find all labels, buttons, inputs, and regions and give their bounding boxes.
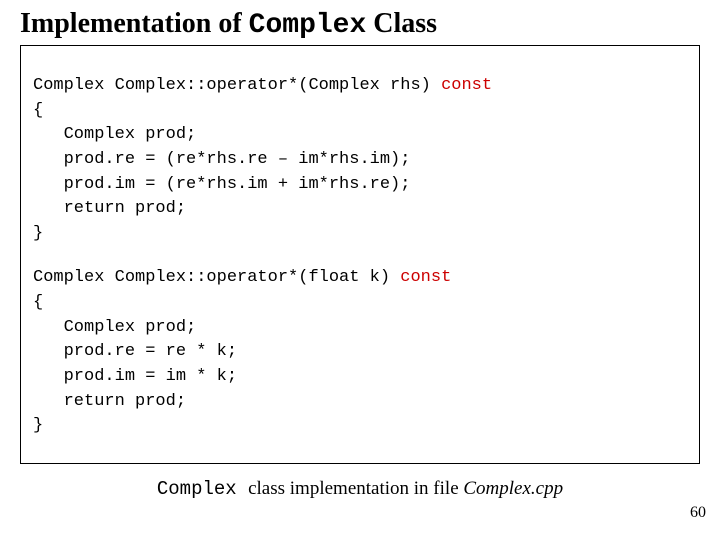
keyword-const: const — [441, 76, 492, 95]
code-line: Complex prod; — [33, 318, 196, 337]
code-line: prod.re = re * k; — [33, 342, 237, 361]
code-line: Complex prod; — [33, 125, 196, 144]
code-line: prod.re = (re*rhs.re – im*rhs.im); — [33, 150, 410, 169]
code-line: prod.im = (re*rhs.im + im*rhs.re); — [33, 175, 410, 194]
caption: Complex class implementation in file Com… — [0, 464, 720, 500]
title-mono: Complex — [249, 10, 367, 41]
page-number: 60 — [690, 504, 706, 522]
title-suffix: Class — [366, 8, 437, 39]
code-line: prod.im = im * k; — [33, 367, 237, 386]
code-line: return prod; — [33, 199, 186, 218]
code-block-1: Complex Complex::operator*(Complex rhs) … — [33, 74, 687, 246]
code-line: } — [33, 224, 43, 243]
slide-title: Implementation of Complex Class — [0, 0, 720, 45]
code-line: } — [33, 416, 43, 435]
keyword-const: const — [400, 268, 451, 287]
code-line: return prod; — [33, 392, 186, 411]
code-block-2: Complex Complex::operator*(float k) cons… — [33, 266, 687, 438]
caption-filename: Complex.cpp — [463, 478, 563, 499]
code-frame: Complex Complex::operator*(Complex rhs) … — [20, 45, 700, 464]
code-line: Complex Complex::operator*(float k) — [33, 268, 400, 287]
title-prefix: Implementation of — [20, 8, 249, 39]
caption-mono: Complex — [157, 478, 248, 500]
code-line: { — [33, 293, 43, 312]
code-line: Complex Complex::operator*(Complex rhs) — [33, 76, 441, 95]
code-line: { — [33, 101, 43, 120]
caption-mid: class implementation in file — [248, 478, 463, 499]
